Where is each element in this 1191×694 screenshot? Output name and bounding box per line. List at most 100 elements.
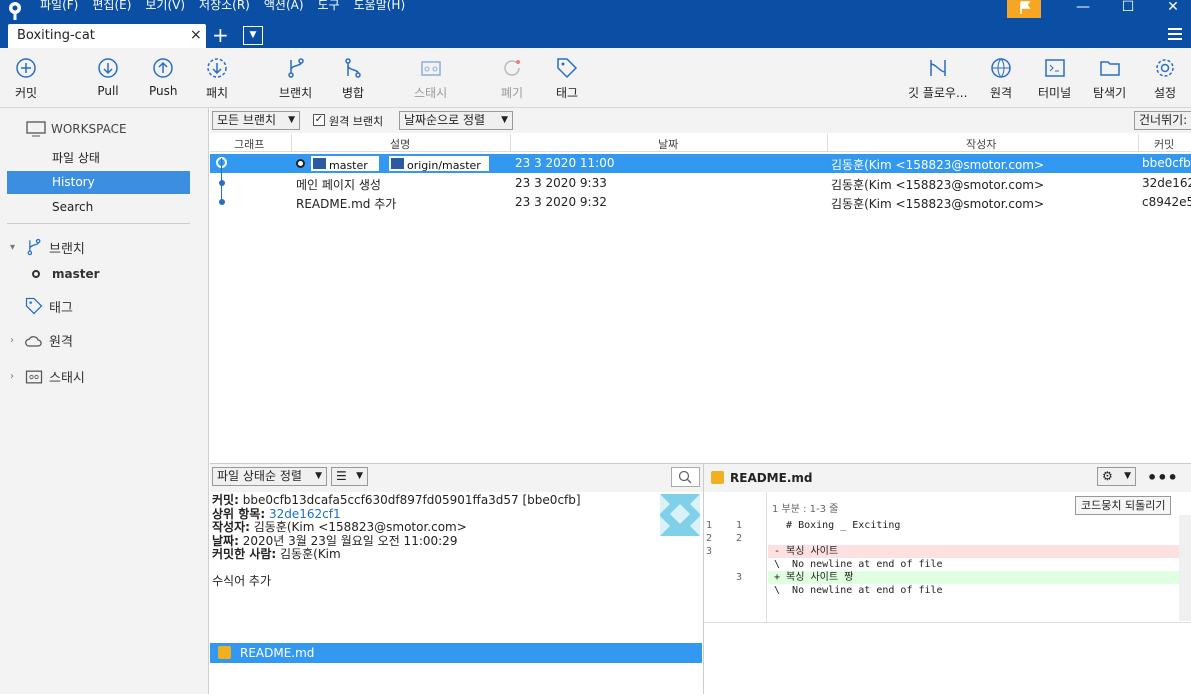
pull-button[interactable]: Pull [96, 56, 120, 98]
file-search-button[interactable] [671, 467, 700, 487]
menu-help[interactable]: 도움말(H) [354, 0, 406, 17]
diff-scrollbar[interactable] [1179, 515, 1191, 621]
sidebar-section-stashes[interactable]: › 스태시 [10, 367, 85, 386]
commit-list-panel: 모든 브랜치 ▼ ✓ 원격 브랜치 날짜순으로 정렬 ▼ 건너뛰기: 그래프 설명 … [210, 108, 1191, 463]
diff-line: \ No newline at end of file [774, 585, 943, 596]
column-commit[interactable]: 커밋 [1154, 136, 1174, 152]
arrow-up-circle-icon [153, 58, 173, 78]
view-mode-dropdown[interactable]: ☰ ▼ [331, 467, 368, 486]
commit-row[interactable]: master origin/master 23 3 2020 11:00 김동훈… [210, 154, 1191, 173]
head-indicator-icon [296, 159, 305, 168]
sidebar-item-history[interactable]: History [7, 171, 190, 194]
close-window-button[interactable]: ✕ [1158, 0, 1188, 18]
sidebar-item-search[interactable]: Search [7, 196, 190, 219]
modified-file-icon [711, 471, 724, 484]
fetch-button[interactable]: 패치 [205, 56, 229, 101]
stash-button[interactable]: 스태시 [414, 56, 447, 101]
menu-edit[interactable]: 편집(E) [92, 0, 131, 17]
search-icon [678, 470, 692, 484]
tab-dropdown-button[interactable]: ▼ [243, 26, 263, 45]
commit-description: README.md 추가 [296, 197, 397, 211]
commit-hash: bbe0cfb [1142, 156, 1191, 170]
sidebar-item-file-status[interactable]: 파일 상태 [7, 147, 190, 170]
menu-actions[interactable]: 액션(A) [264, 0, 304, 17]
chevron-down-icon: ▼ [249, 30, 257, 40]
diff-line: \ No newline at end of file [774, 559, 943, 570]
terminal-button[interactable]: 터미널 [1038, 56, 1071, 101]
commit-label: 커밋 [14, 86, 38, 100]
branch-badge-local-label: master [329, 159, 368, 172]
date-label: 날짜: [212, 533, 239, 548]
remote-branches-checkbox[interactable]: ✓ [313, 114, 325, 126]
settings-button[interactable]: 설정 [1153, 56, 1177, 101]
tag-button[interactable]: 태그 [555, 56, 579, 101]
flag-button[interactable] [1007, 0, 1041, 18]
diff-header: README.md ⚙ ▼ ••• [704, 464, 1191, 492]
sidebar-section-branches[interactable]: ▾ 브랜치 [10, 237, 85, 257]
remote-button[interactable]: 원격 [989, 56, 1013, 101]
push-label: Push [149, 84, 178, 98]
diff-line-added: 3 + 복싱 사이트 짱 [704, 571, 1180, 584]
sidebar-section-remotes[interactable]: › 원격 [10, 331, 73, 350]
merge-button[interactable]: 병합 [341, 56, 365, 101]
maximize-button[interactable]: ☐ [1113, 0, 1143, 18]
commit-hash-value: bbe0cfb13dcafa5ccf630df897fd05901ffa3d57… [242, 493, 581, 507]
parent-link[interactable]: 32de162cf1 [269, 507, 341, 521]
branch-badge-remote[interactable]: origin/master [389, 156, 489, 172]
column-header: 그래프 설명 날짜 작성자 커밋 [210, 134, 1191, 152]
branch-filter-dropdown[interactable]: 모든 브랜치 ▼ [212, 111, 300, 130]
commit-details-panel: 파일 상태순 정렬 ▼ ☰ ▼ 커밋: bbe0cfb13dcafa5ccf630d… [210, 463, 703, 694]
chevron-right-icon: › [10, 371, 14, 382]
discard-button[interactable]: 폐기 [500, 56, 524, 101]
maximize-icon: ☐ [1121, 0, 1135, 15]
menu-file[interactable]: 파일(F) [40, 0, 78, 17]
gear-icon: ⚙ [1102, 469, 1113, 483]
sidebar-section-tags[interactable]: 태그 [10, 296, 73, 316]
branch-icon [313, 158, 326, 169]
explorer-label: 탐색기 [1093, 86, 1127, 100]
date-value: 2020년 3월 23일 월요일 오전 11:00:29 [242, 533, 458, 548]
commit-hash: 32de162 [1142, 176, 1191, 190]
history-label: History [52, 175, 95, 189]
diff-options-dropdown[interactable]: ⚙ ▼ [1097, 467, 1136, 486]
tab-repository[interactable]: Boxiting-cat × [8, 24, 206, 48]
file-sort-dropdown[interactable]: 파일 상태순 정렬 ▼ [212, 467, 327, 486]
hamburger-menu-icon[interactable] [1168, 28, 1182, 43]
git-flow-button[interactable]: 깃 플로우... [908, 56, 967, 101]
diff-content: 1 부분 : 1-3 줄 코드뭉치 되돌리기 11 # Boxing _ Exc… [704, 492, 1180, 622]
tab-close-icon[interactable]: × [190, 27, 202, 43]
globe-icon [991, 58, 1011, 78]
diff-line: 22 [706, 533, 743, 544]
tag-icon [25, 297, 43, 315]
menu-tools[interactable]: 도구 [318, 0, 340, 17]
branch-badge-local[interactable]: master [311, 156, 379, 172]
branch-button[interactable]: 브랜치 [279, 56, 312, 101]
diff-divider [704, 622, 1191, 623]
column-date[interactable]: 날짜 [658, 136, 678, 152]
menu-repository[interactable]: 저장소(R) [199, 0, 250, 17]
fetch-icon [207, 58, 227, 78]
sort-dropdown[interactable]: 날짜순으로 정렬 ▼ [399, 111, 513, 130]
sidebar-branch-master[interactable]: master [32, 267, 100, 281]
column-author[interactable]: 작성자 [966, 136, 996, 152]
modified-file-icon [218, 646, 231, 659]
jump-to-button[interactable]: 건너뛰기: [1134, 111, 1191, 130]
committer-value: 김동훈(Kim [280, 547, 341, 561]
commit-button[interactable]: 커밋 [14, 56, 38, 101]
chevron-down-icon: ▼ [356, 471, 363, 481]
more-options-icon[interactable]: ••• [1147, 468, 1178, 487]
gear-icon [1156, 59, 1174, 77]
explorer-button[interactable]: 탐색기 [1093, 56, 1126, 101]
revert-hunk-button[interactable]: 코드뭉치 되돌리기 [1075, 496, 1172, 515]
column-description[interactable]: 설명 [390, 136, 410, 152]
commit-row[interactable]: 메인 페이지 생성 23 3 2020 9:33 김동훈(Kim <158823… [210, 174, 1191, 193]
git-flow-icon [929, 60, 946, 76]
push-button[interactable]: Push [149, 56, 178, 98]
menu-view[interactable]: 보기(V) [145, 0, 185, 17]
new-tab-button[interactable]: + [212, 24, 229, 46]
column-graph[interactable]: 그래프 [234, 136, 264, 152]
changed-file-item[interactable]: README.md [210, 643, 702, 663]
list-icon: ☰ [336, 469, 347, 483]
minimize-button[interactable]: — [1068, 0, 1098, 18]
commit-row[interactable]: README.md 추가 23 3 2020 9:32 김동훈(Kim <158… [210, 193, 1191, 212]
